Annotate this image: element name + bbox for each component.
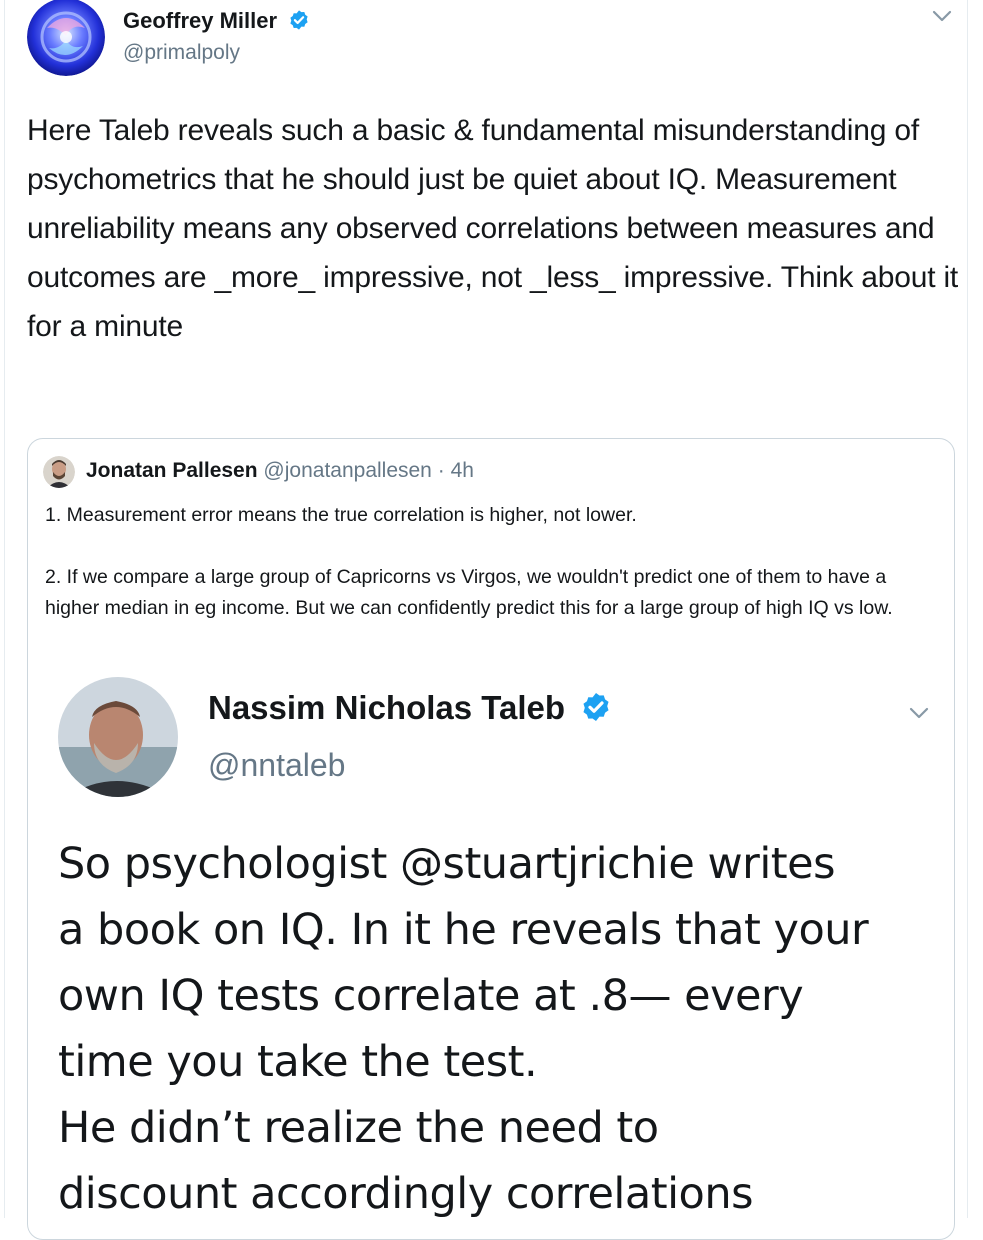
- separator-dot: ·: [437, 459, 445, 482]
- quoted-author-avatar: [43, 456, 75, 488]
- embedded-author-handle: @nntaleb: [208, 747, 346, 783]
- embedded-text-line: a book on IQ. In it he reveals that your: [58, 905, 869, 955]
- chevron-down-icon: [908, 705, 930, 721]
- chevron-down-icon[interactable]: [931, 8, 953, 24]
- quoted-tweet[interactable]: Jonatan Pallesen @jonatanpallesen · 4h 1…: [27, 438, 955, 1240]
- tweet-card[interactable]: Geoffrey Miller @primalpoly Here Taleb r…: [4, 0, 968, 1240]
- author-handle[interactable]: @primalpoly: [123, 41, 240, 65]
- verified-badge-icon: [288, 9, 310, 31]
- embedded-text-line: So psychologist @stuartjrichie writes: [58, 839, 836, 889]
- author-name[interactable]: Geoffrey Miller: [123, 8, 277, 33]
- quoted-header: Jonatan Pallesen @jonatanpallesen · 4h: [86, 459, 474, 483]
- quoted-author-handle[interactable]: @jonatanpallesen: [263, 459, 431, 482]
- author-avatar[interactable]: [27, 0, 105, 76]
- embedded-text-line: time you take the test.: [58, 1037, 538, 1087]
- quoted-author-name[interactable]: Jonatan Pallesen: [86, 459, 258, 482]
- embedded-author-avatar: [58, 677, 178, 797]
- author-name-row[interactable]: Geoffrey Miller: [123, 8, 310, 34]
- quoted-paragraph: 1. Measurement error means the true corr…: [45, 504, 637, 526]
- tweet-text: Here Taleb reveals such a basic & fundam…: [27, 114, 959, 343]
- embedded-text-line: He didn’t realize the need to: [58, 1103, 659, 1153]
- quoted-text: 1. Measurement error means the true corr…: [45, 500, 945, 624]
- embedded-text-line: discount accordingly correlations: [58, 1169, 753, 1219]
- embedded-text-line: own IQ tests correlate at .8— every: [58, 971, 804, 1021]
- embedded-tweet-text: So psychologist @stuartjrichie writes a …: [58, 831, 954, 1227]
- verified-badge-icon: [580, 691, 612, 723]
- quoted-timestamp[interactable]: 4h: [451, 459, 474, 482]
- embedded-author-name: Nassim Nicholas Taleb: [208, 689, 566, 726]
- quoted-paragraph: 2. If we compare a large group of Capric…: [45, 566, 893, 619]
- embedded-author-name-row: Nassim Nicholas Taleb: [208, 689, 612, 727]
